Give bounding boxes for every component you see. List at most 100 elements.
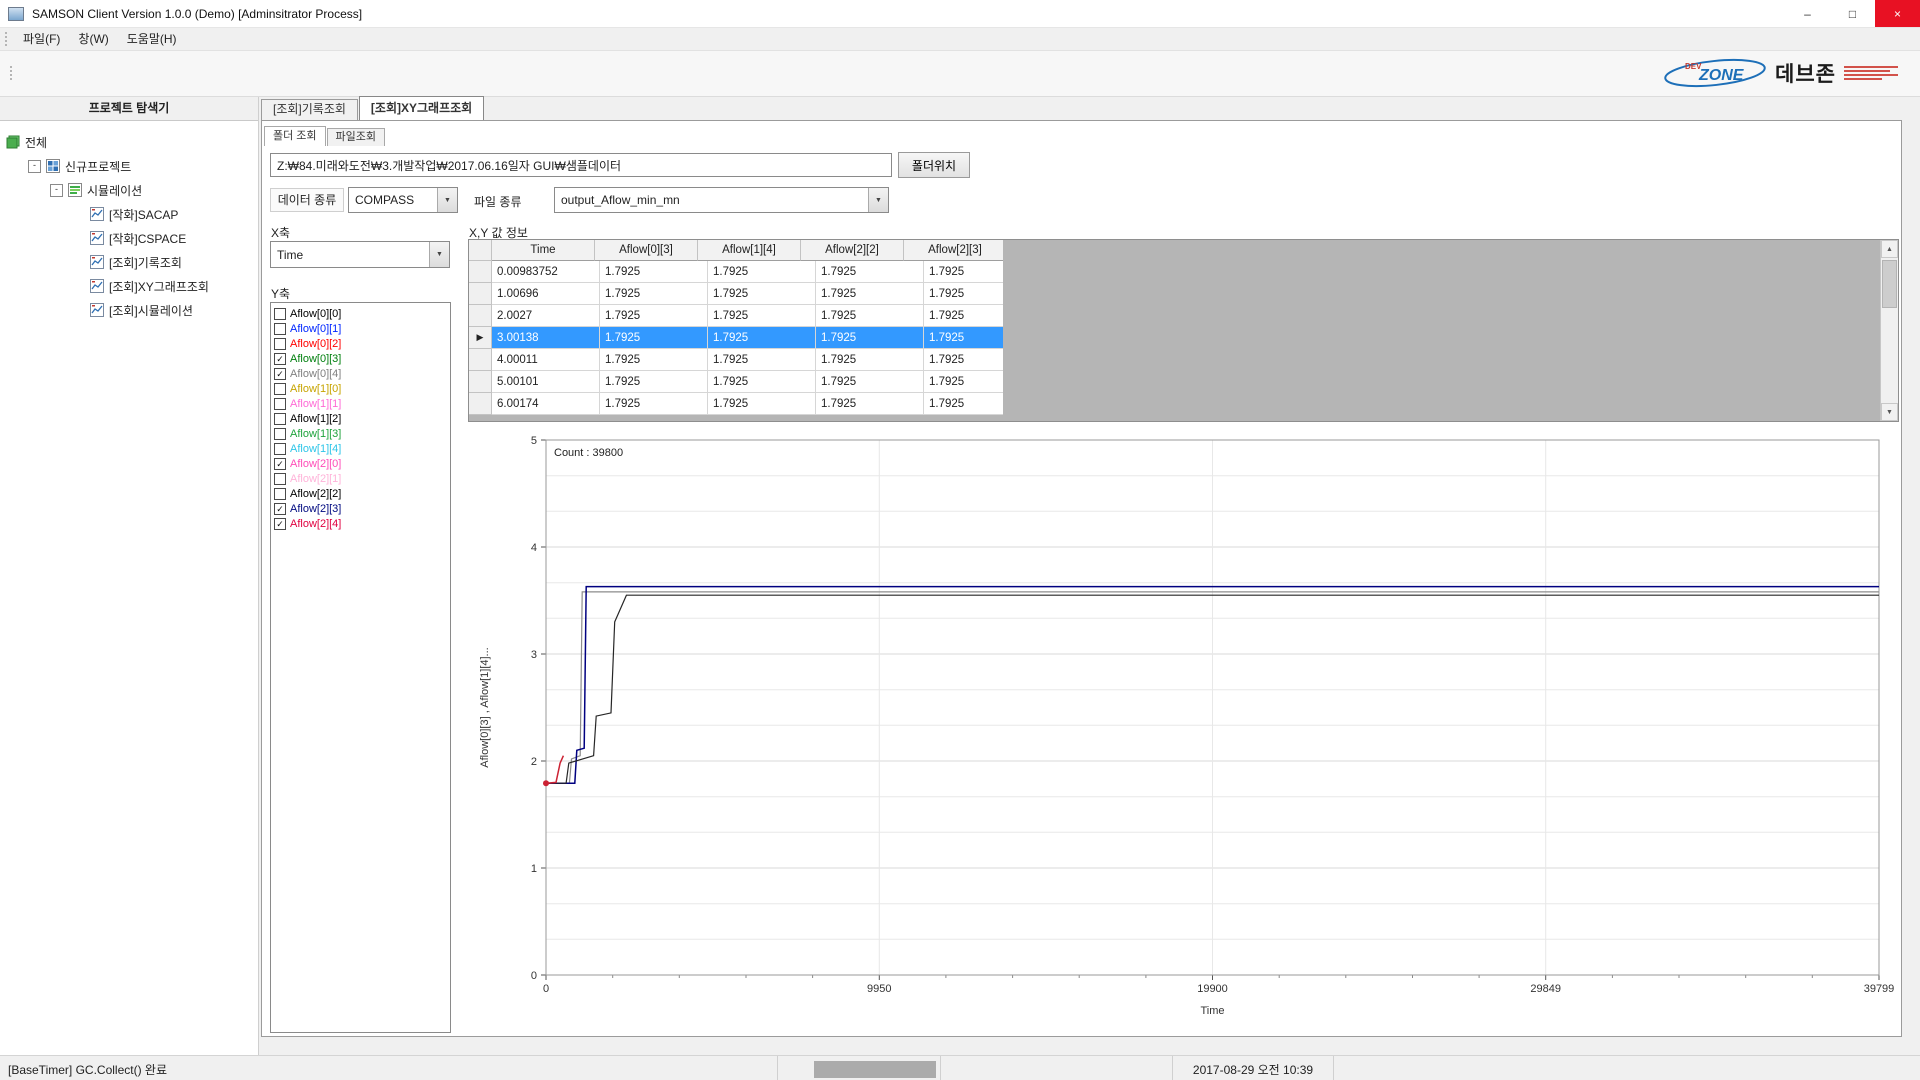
checkbox-unchecked[interactable] bbox=[274, 472, 286, 485]
y-series-item[interactable]: ✓ Aflow[0][4] bbox=[274, 366, 450, 381]
table-column-header[interactable]: Aflow[1][4] bbox=[698, 240, 801, 261]
row-selector[interactable] bbox=[469, 393, 492, 415]
checkbox-unchecked[interactable] bbox=[274, 412, 286, 425]
table-column-header[interactable]: Aflow[0][3] bbox=[595, 240, 698, 261]
y-series-item[interactable]: ✓ Aflow[0][3] bbox=[274, 351, 450, 366]
y-axis-label: Y축 bbox=[271, 287, 291, 301]
table-cell: 1.7925 bbox=[708, 305, 816, 327]
selected-row-marker[interactable]: ▶ bbox=[469, 327, 492, 349]
app-icon bbox=[8, 6, 24, 21]
tree-item[interactable]: - 시뮬레이션 bbox=[0, 178, 258, 202]
tree-item[interactable]: 전체 bbox=[0, 130, 258, 154]
checkbox-checked[interactable]: ✓ bbox=[274, 352, 286, 365]
checkbox-checked[interactable]: ✓ bbox=[274, 502, 286, 515]
close-button[interactable]: × bbox=[1875, 0, 1920, 27]
chevron-down-icon[interactable]: ▼ bbox=[868, 188, 888, 212]
tab-strip: [조회]기록조회 [조회]XY그래프조회 bbox=[259, 96, 1920, 120]
table-cell: 6.00174 bbox=[492, 393, 600, 415]
table-column-header[interactable]: Time bbox=[492, 240, 595, 261]
toolbar: DEV ZONE 데브존 bbox=[0, 51, 1920, 97]
row-selector[interactable] bbox=[469, 283, 492, 305]
table-column-header[interactable]: Aflow[2][3] bbox=[904, 240, 1007, 261]
table-row[interactable]: 1.00696 1.7925 1.7925 1.7925 1.7925 bbox=[469, 283, 1032, 305]
table-row[interactable]: 4.00011 1.7925 1.7925 1.7925 1.7925 bbox=[469, 349, 1032, 371]
tab-xy-graph-view[interactable]: [조회]XY그래프조회 bbox=[358, 96, 485, 120]
scrollbar-track[interactable] bbox=[1881, 258, 1898, 403]
row-selector[interactable] bbox=[469, 305, 492, 327]
y-series-item[interactable]: Aflow[1][1] bbox=[274, 396, 450, 411]
checkbox-unchecked[interactable] bbox=[274, 487, 286, 500]
row-selector[interactable] bbox=[469, 261, 492, 283]
scroll-down-icon[interactable]: ▼ bbox=[1881, 403, 1898, 421]
menu-help[interactable]: 도움말(H) bbox=[118, 28, 186, 50]
table-row[interactable]: 2.0027 1.7925 1.7925 1.7925 1.7925 bbox=[469, 305, 1032, 327]
chevron-down-icon[interactable]: ▼ bbox=[437, 188, 457, 212]
tree-item[interactable]: [작화]SACAP bbox=[0, 202, 258, 226]
data-type-select[interactable]: COMPASS ▼ bbox=[348, 187, 458, 213]
x-axis-select[interactable]: Time ▼ bbox=[270, 241, 450, 268]
svg-text:5: 5 bbox=[531, 435, 537, 447]
file-type-select[interactable]: output_Aflow_min_mn ▼ bbox=[554, 187, 889, 213]
title-bar: SAMSON Client Version 1.0.0 (Demo) [Admi… bbox=[0, 0, 1920, 28]
table-row[interactable]: 6.00174 1.7925 1.7925 1.7925 1.7925 bbox=[469, 393, 1032, 415]
maximize-button[interactable]: □ bbox=[1830, 0, 1875, 27]
status-empty-panel bbox=[941, 1056, 1173, 1080]
collapse-icon[interactable]: - bbox=[28, 159, 41, 173]
checkbox-unchecked[interactable] bbox=[274, 337, 286, 350]
checkbox-unchecked[interactable] bbox=[274, 382, 286, 395]
table-cell: 5.00101 bbox=[492, 371, 600, 393]
y-series-item[interactable]: ✓ Aflow[2][3] bbox=[274, 501, 450, 516]
chevron-down-icon[interactable]: ▼ bbox=[429, 242, 449, 267]
y-series-item[interactable]: Aflow[2][1] bbox=[274, 471, 450, 486]
checkbox-checked[interactable]: ✓ bbox=[274, 367, 286, 380]
minimize-button[interactable]: – bbox=[1785, 0, 1830, 27]
y-series-item[interactable]: Aflow[0][1] bbox=[274, 321, 450, 336]
tree-item[interactable]: - 신규프로젝트 bbox=[0, 154, 258, 178]
subtab-file-view[interactable]: 파일조회 bbox=[326, 128, 386, 146]
y-series-item[interactable]: Aflow[1][4] bbox=[274, 441, 450, 456]
status-rest-panel bbox=[1334, 1056, 1920, 1080]
tree-item[interactable]: [조회]시뮬레이션 bbox=[0, 298, 258, 322]
checkbox-checked[interactable]: ✓ bbox=[274, 457, 286, 470]
table-cell: 4.00011 bbox=[492, 349, 600, 371]
y-series-item[interactable]: Aflow[1][3] bbox=[274, 426, 450, 441]
y-series-item[interactable]: Aflow[0][0] bbox=[274, 306, 450, 321]
logo-tagline-marks bbox=[1844, 66, 1898, 80]
subtab-folder-view[interactable]: 폴더 조회 bbox=[264, 126, 326, 146]
row-selector[interactable] bbox=[469, 371, 492, 393]
menu-window[interactable]: 창(W) bbox=[69, 28, 117, 50]
collapse-icon[interactable]: - bbox=[50, 183, 63, 197]
table-row[interactable]: 5.00101 1.7925 1.7925 1.7925 1.7925 bbox=[469, 371, 1032, 393]
checkbox-unchecked[interactable] bbox=[274, 307, 286, 320]
app-window: SAMSON Client Version 1.0.0 (Demo) [Admi… bbox=[0, 0, 1920, 1080]
checkbox-unchecked[interactable] bbox=[274, 427, 286, 440]
tree-item[interactable]: [조회]XY그래프조회 bbox=[0, 274, 258, 298]
y-series-item[interactable]: Aflow[0][2] bbox=[274, 336, 450, 351]
scroll-up-icon[interactable]: ▲ bbox=[1881, 240, 1898, 258]
folder-location-button[interactable]: 폴더위치 bbox=[898, 152, 970, 178]
chart-blue-icon bbox=[90, 255, 104, 269]
table-column-header[interactable]: Aflow[2][2] bbox=[801, 240, 904, 261]
folder-path-input[interactable] bbox=[270, 153, 892, 177]
row-selector[interactable] bbox=[469, 349, 492, 371]
checkbox-unchecked[interactable] bbox=[274, 322, 286, 335]
y-series-item[interactable]: Aflow[2][2] bbox=[274, 486, 450, 501]
window-title: SAMSON Client Version 1.0.0 (Demo) [Admi… bbox=[32, 6, 363, 21]
sub-tab-strip: 폴더 조회 파일조회 bbox=[264, 126, 386, 146]
y-series-item[interactable]: ✓ Aflow[2][4] bbox=[274, 516, 450, 531]
scrollbar-thumb[interactable] bbox=[1882, 260, 1897, 308]
table-row[interactable]: 0.00983752 1.7925 1.7925 1.7925 1.7925 bbox=[469, 261, 1032, 283]
menu-file[interactable]: 파일(F) bbox=[14, 28, 69, 50]
grid-scrollbar[interactable]: ▲ ▼ bbox=[1880, 240, 1898, 421]
checkbox-checked[interactable]: ✓ bbox=[274, 517, 286, 530]
tab-record-view[interactable]: [조회]기록조회 bbox=[261, 99, 358, 120]
checkbox-unchecked[interactable] bbox=[274, 442, 286, 455]
table-row[interactable]: ▶ 3.00138 1.7925 1.7925 1.7925 1.7925 bbox=[469, 327, 1032, 349]
tree-item[interactable]: [작화]CSPACE bbox=[0, 226, 258, 250]
tree-item[interactable]: [조회]기록조회 bbox=[0, 250, 258, 274]
y-series-item[interactable]: Aflow[1][2] bbox=[274, 411, 450, 426]
y-series-item[interactable]: Aflow[1][0] bbox=[274, 381, 450, 396]
y-series-item[interactable]: ✓ Aflow[2][0] bbox=[274, 456, 450, 471]
checkbox-unchecked[interactable] bbox=[274, 397, 286, 410]
y-series-label: Aflow[0][0] bbox=[290, 307, 342, 320]
